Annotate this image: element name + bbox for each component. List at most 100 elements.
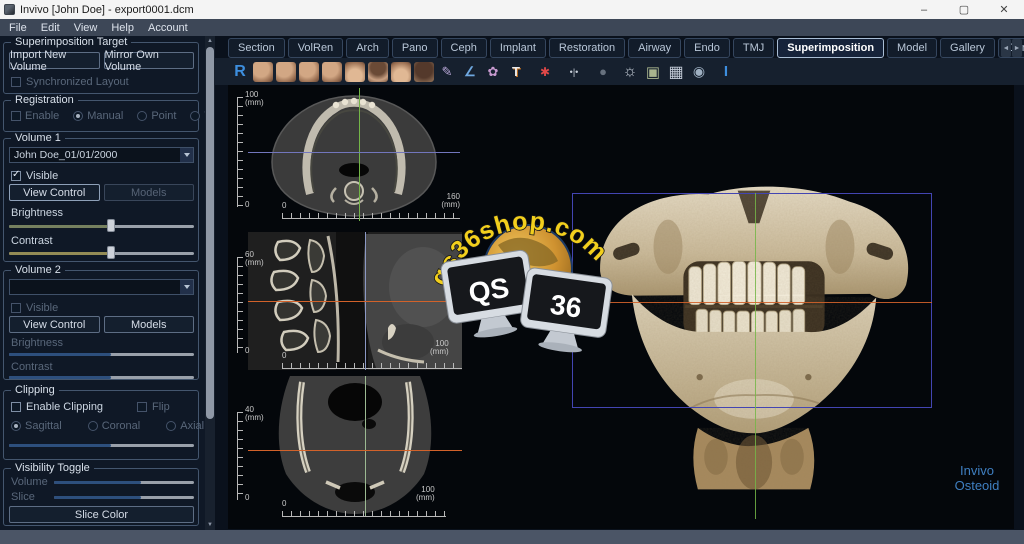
menu-file[interactable]: File xyxy=(9,22,27,34)
menu-bar: File Edit View Help Account xyxy=(0,19,1024,36)
sagittal-horizontal-ruler xyxy=(282,363,462,369)
flip-checkbox[interactable] xyxy=(137,402,147,412)
control-sidebar: Superimposition Target Import New Volume… xyxy=(0,36,241,530)
volume-clip-icon[interactable]: ● xyxy=(593,62,613,82)
registration-point-radio[interactable] xyxy=(137,111,148,121)
svg-text:36: 36 xyxy=(548,289,583,324)
axial-crosshair-horizontal[interactable] xyxy=(248,152,460,153)
information-icon[interactable]: I xyxy=(716,62,736,82)
volume2-contrast-slider[interactable] xyxy=(9,370,194,384)
slice-color-button[interactable]: Slice Color xyxy=(9,506,194,523)
tab-implant[interactable]: Implant xyxy=(489,38,546,58)
clipping-coronal-radio[interactable] xyxy=(87,421,98,431)
slider-thumb[interactable] xyxy=(106,219,115,232)
axial-vertical-ruler xyxy=(237,97,243,207)
render-viewport: 100 (mm) 0 0 160 (mm) 60 (mm) 0 0 100 (m… xyxy=(228,85,1014,529)
tab-pano[interactable]: Pano xyxy=(391,38,438,58)
panel-title: Clipping xyxy=(11,384,59,396)
workspace: Section VolRen Arch Pano Ceph Implant Re… xyxy=(215,36,1024,530)
orientation-right-lateral-icon[interactable] xyxy=(253,61,273,82)
orientation-back-icon[interactable] xyxy=(414,61,434,82)
maximize-button[interactable]: ▢ xyxy=(944,0,984,19)
coronal-crosshair-vertical[interactable] xyxy=(365,376,366,516)
tab-ceph[interactable]: Ceph xyxy=(440,38,487,58)
volume1-models-button[interactable]: Models xyxy=(103,184,194,201)
tab-restoration[interactable]: Restoration xyxy=(548,38,626,58)
volume2-models-button[interactable]: Models xyxy=(103,316,194,333)
tab-volren[interactable]: VolRen xyxy=(287,38,344,58)
scroll-up-icon[interactable]: ▲ xyxy=(205,36,215,46)
menu-edit[interactable]: Edit xyxy=(41,22,60,34)
volume1-brightness-slider[interactable] xyxy=(9,219,194,233)
text-annotation-icon[interactable]: T xyxy=(506,62,526,82)
volume2-view-control-button[interactable]: View Control xyxy=(9,316,100,333)
synchronized-layout-checkbox[interactable] xyxy=(11,77,21,87)
volume1-visible-checkbox[interactable] xyxy=(11,169,21,181)
tab-airway[interactable]: Airway xyxy=(628,38,682,58)
clipping-slider[interactable] xyxy=(9,438,194,452)
volume1-panel: Volume 1 John Doe_01/01/2000 Visible Vie… xyxy=(3,132,199,262)
render-settings-icon[interactable]: ☼ xyxy=(620,62,640,82)
visibility-slice-slider[interactable] xyxy=(54,490,194,504)
scrollbar-thumb[interactable] xyxy=(206,47,214,419)
registration-manual-radio[interactable] xyxy=(73,111,84,121)
dropdown-arrow-icon xyxy=(180,280,193,294)
mirror-own-volume-button[interactable]: Mirror Own Volume xyxy=(103,49,194,73)
enable-clipping-checkbox[interactable] xyxy=(11,402,21,412)
sidebar-scrollbar[interactable]: ▲ ▼ xyxy=(205,36,215,530)
tab-scroll-right-icon[interactable]: ► xyxy=(1012,39,1022,57)
orientation-front-right-icon[interactable] xyxy=(299,61,319,82)
tab-gallery[interactable]: Gallery xyxy=(940,38,995,58)
volume-crosshair-vertical[interactable] xyxy=(755,193,756,519)
minimize-button[interactable]: – xyxy=(904,0,944,19)
visibility-slice-label: Slice xyxy=(11,491,35,503)
volume1-view-control-button[interactable]: View Control xyxy=(9,184,100,201)
import-new-volume-button[interactable]: Import New Volume xyxy=(9,49,100,73)
volume1-contrast-slider[interactable] xyxy=(9,246,194,260)
orientation-front-left-icon[interactable] xyxy=(322,61,342,82)
registration-volume-radio[interactable] xyxy=(190,111,201,121)
close-button[interactable]: ✕ xyxy=(984,0,1024,19)
axial-crosshair-vertical[interactable] xyxy=(359,88,360,221)
angle-measurement-icon[interactable]: ∠ xyxy=(460,62,480,82)
clipping-sagittal-radio[interactable] xyxy=(11,421,21,431)
point-marker-icon[interactable]: ✱ xyxy=(535,62,555,82)
ruler-label: 0 xyxy=(282,201,287,210)
tab-arch[interactable]: Arch xyxy=(346,38,389,58)
orientation-front-icon[interactable] xyxy=(345,61,365,82)
ruler-measurement-icon[interactable]: ✎ xyxy=(437,62,457,82)
scroll-down-icon[interactable]: ▼ xyxy=(205,520,215,530)
reorientation-icon[interactable]: R xyxy=(230,62,250,82)
volume2-visible-checkbox[interactable] xyxy=(11,303,21,313)
tab-endo[interactable]: Endo xyxy=(684,38,730,58)
tab-scroll-left-icon[interactable]: ◄ xyxy=(1001,39,1011,57)
coronal-horizontal-ruler xyxy=(282,511,446,517)
orientation-bottom-icon[interactable] xyxy=(391,61,411,82)
tab-superimposition[interactable]: Superimposition xyxy=(777,38,885,58)
grid-layout-icon[interactable]: ▦ xyxy=(666,62,686,82)
coronal-crosshair-horizontal[interactable] xyxy=(248,450,462,451)
gallery-capture-icon[interactable]: ▣ xyxy=(643,62,663,82)
visibility-toggle-icon[interactable]: ◉ xyxy=(689,62,709,82)
slider-thumb[interactable] xyxy=(106,246,115,259)
registration-enable-checkbox[interactable] xyxy=(11,111,21,121)
slice-adjust-icon[interactable]: •|• xyxy=(564,62,584,82)
volume2-dropdown[interactable] xyxy=(9,279,194,295)
volume1-dropdown[interactable]: John Doe_01/01/2000 xyxy=(9,147,194,163)
volume2-brightness-slider[interactable] xyxy=(9,347,194,361)
tab-tmj[interactable]: TMJ xyxy=(732,38,775,58)
menu-account[interactable]: Account xyxy=(148,22,188,34)
clipping-axial-radio[interactable] xyxy=(166,421,177,431)
orientation-left-lateral-icon[interactable] xyxy=(276,61,296,82)
menu-view[interactable]: View xyxy=(74,22,98,34)
registration-manual-label: Manual xyxy=(87,110,124,122)
module-tabs: Section VolRen Arch Pano Ceph Implant Re… xyxy=(215,36,1024,58)
coronal-view[interactable]: 40 (mm) 0 0 100 (mm) xyxy=(234,376,462,524)
tab-section[interactable]: Section xyxy=(228,38,285,58)
orientation-top-icon[interactable] xyxy=(368,61,388,82)
volume1-brightness-label: Brightness xyxy=(11,207,63,219)
freeform-measurement-icon[interactable]: ✿ xyxy=(483,62,503,82)
menu-help[interactable]: Help xyxy=(111,22,134,34)
visibility-volume-slider[interactable] xyxy=(54,475,194,489)
tab-model[interactable]: Model xyxy=(887,38,938,58)
